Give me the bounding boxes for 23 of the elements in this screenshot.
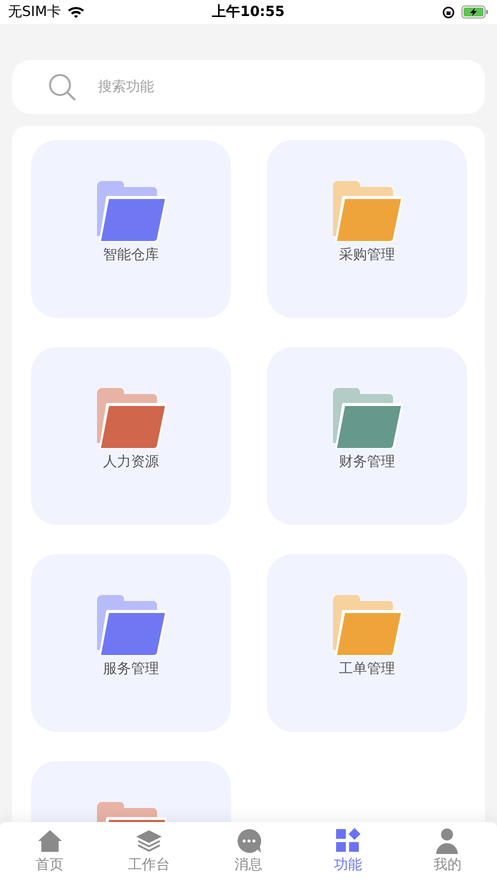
tab-item[interactable]: 首页 <box>0 822 100 883</box>
clock-text: 上午10:55 <box>211 3 286 21</box>
tab-item[interactable]: 我的 <box>398 822 497 883</box>
wifi-icon <box>67 5 86 19</box>
layers-icon <box>136 828 162 854</box>
chat-icon <box>236 828 262 854</box>
tab-item[interactable]: 工作台 <box>99 822 199 883</box>
module-card[interactable]: 人力资源 <box>31 347 231 525</box>
tab-item[interactable]: 消息 <box>198 822 298 883</box>
module-card[interactable]: 采购管理 <box>267 140 467 318</box>
module-card[interactable]: 智能仓库 <box>31 140 231 318</box>
home-icon <box>36 828 63 854</box>
rotation-lock-icon <box>442 6 455 18</box>
carrier-text: 无SIM卡 <box>8 3 62 21</box>
search-icon <box>48 73 76 101</box>
tab-item[interactable]: 功能 <box>298 822 398 883</box>
person-icon <box>434 828 460 854</box>
grid-icon <box>334 828 361 854</box>
search-field[interactable]: 搜索功能 <box>12 60 485 114</box>
module-card[interactable]: 财务管理 <box>267 347 467 525</box>
module-card[interactable]: 服务管理 <box>31 554 231 732</box>
battery-icon <box>461 5 489 19</box>
module-card[interactable]: 工单管理 <box>267 554 467 732</box>
